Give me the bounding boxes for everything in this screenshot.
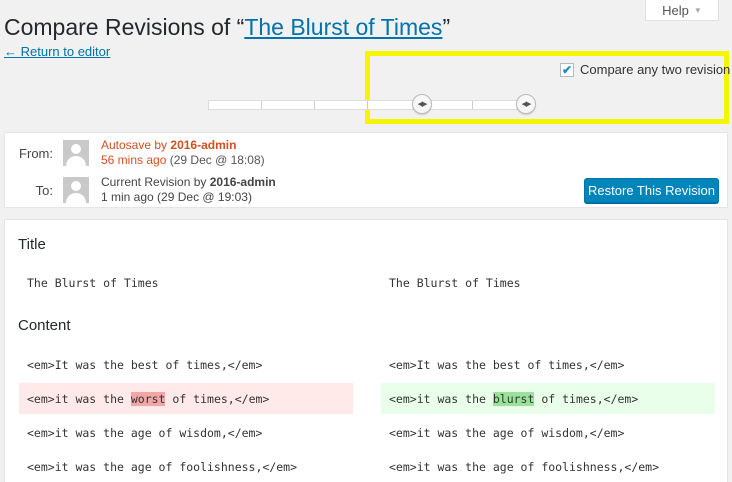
to-revision-row: To: Current Revision by 2016-admin 1 min… [5, 175, 276, 205]
deleted-word: worst [130, 391, 166, 406]
diff-line-left: <em>it was the age of foolishness,</em> [27, 459, 298, 474]
to-author: 2016-admin [209, 175, 276, 189]
from-time-ago: 56 mins ago [101, 153, 167, 167]
diff-line-added: <em>it was the blurst of times,</em> [381, 383, 715, 414]
chevron-down-icon: ▼ [693, 5, 702, 15]
diff-line-right: <em>it was the age of wisdom,</em> [389, 425, 625, 440]
diff-text: of times,</em> [534, 391, 639, 406]
from-revision-type: Autosave by [101, 138, 168, 152]
compare-any-two-checkbox[interactable]: ✔ [560, 62, 574, 77]
compare-any-two-toggle[interactable]: ✔ Compare any two revision [560, 62, 730, 77]
title-section-heading: Title [18, 236, 46, 253]
from-revision-row: From: Autosave by 2016-admin 56 mins ago… [5, 138, 265, 168]
slider-from-handle[interactable]: ◀▶ [412, 94, 432, 114]
diff-text: of times,</em> [165, 391, 270, 406]
compare-any-two-label: Compare any two revision [580, 62, 731, 77]
to-label: To: [35, 182, 53, 198]
diff-line-right: <em>it was the age of foolishness,</em> [389, 459, 660, 474]
title-diff-left: The Blurst of Times [27, 275, 159, 290]
avatar [63, 177, 89, 203]
slider-tick [261, 101, 262, 109]
to-time-ago: 1 min ago [101, 190, 154, 204]
page-title-suffix: ” [442, 14, 451, 40]
from-revision-info: Autosave by 2016-admin 56 mins ago (29 D… [101, 138, 265, 168]
help-label: Help [662, 2, 689, 18]
content-section-heading: Content [18, 317, 71, 334]
page-title-prefix: Compare Revisions of “ [4, 14, 245, 40]
title-diff-right: The Blurst of Times [389, 275, 521, 290]
to-revision-type: Current Revision by [101, 175, 207, 189]
restore-revision-button[interactable]: Restore This Revision [584, 178, 719, 203]
to-revision-info: Current Revision by 2016-admin 1 min ago… [101, 175, 276, 205]
diff-line-left: <em>It was the best of times,</em> [27, 357, 263, 372]
slider-to-handle[interactable]: ◀▶ [516, 94, 536, 114]
page-title: Compare Revisions of “The Blurst of Time… [4, 14, 450, 41]
help-tab-button[interactable]: Help ▼ [645, 0, 719, 21]
from-author: 2016-admin [170, 138, 237, 152]
diff-text: <em>it was the [389, 391, 493, 406]
diff-panel: Title The Blurst of Times The Blurst of … [4, 219, 728, 482]
return-to-editor-link[interactable]: ← Return to editor [4, 44, 110, 59]
avatar [63, 140, 89, 166]
revision-meta-panel: From: Autosave by 2016-admin 56 mins ago… [4, 132, 728, 208]
from-date: (29 Dec @ 18:08) [169, 153, 265, 167]
to-date: (29 Dec @ 19:03) [157, 190, 252, 204]
diff-text: <em>it was the [27, 391, 131, 406]
slider-tick [367, 101, 368, 109]
added-word: blurst [492, 391, 535, 406]
diff-line-left: <em>it was the age of wisdom,</em> [27, 425, 263, 440]
from-label: From: [19, 145, 53, 161]
slider-tick [472, 101, 473, 109]
diff-line-right: <em>It was the best of times,</em> [389, 357, 625, 372]
revision-slider[interactable]: ◀▶ ◀▶ [208, 94, 536, 114]
diff-line-deleted: <em>it was the worst of times,</em> [19, 383, 353, 414]
post-title-link[interactable]: The Blurst of Times [244, 14, 442, 40]
slider-tick [314, 101, 315, 109]
